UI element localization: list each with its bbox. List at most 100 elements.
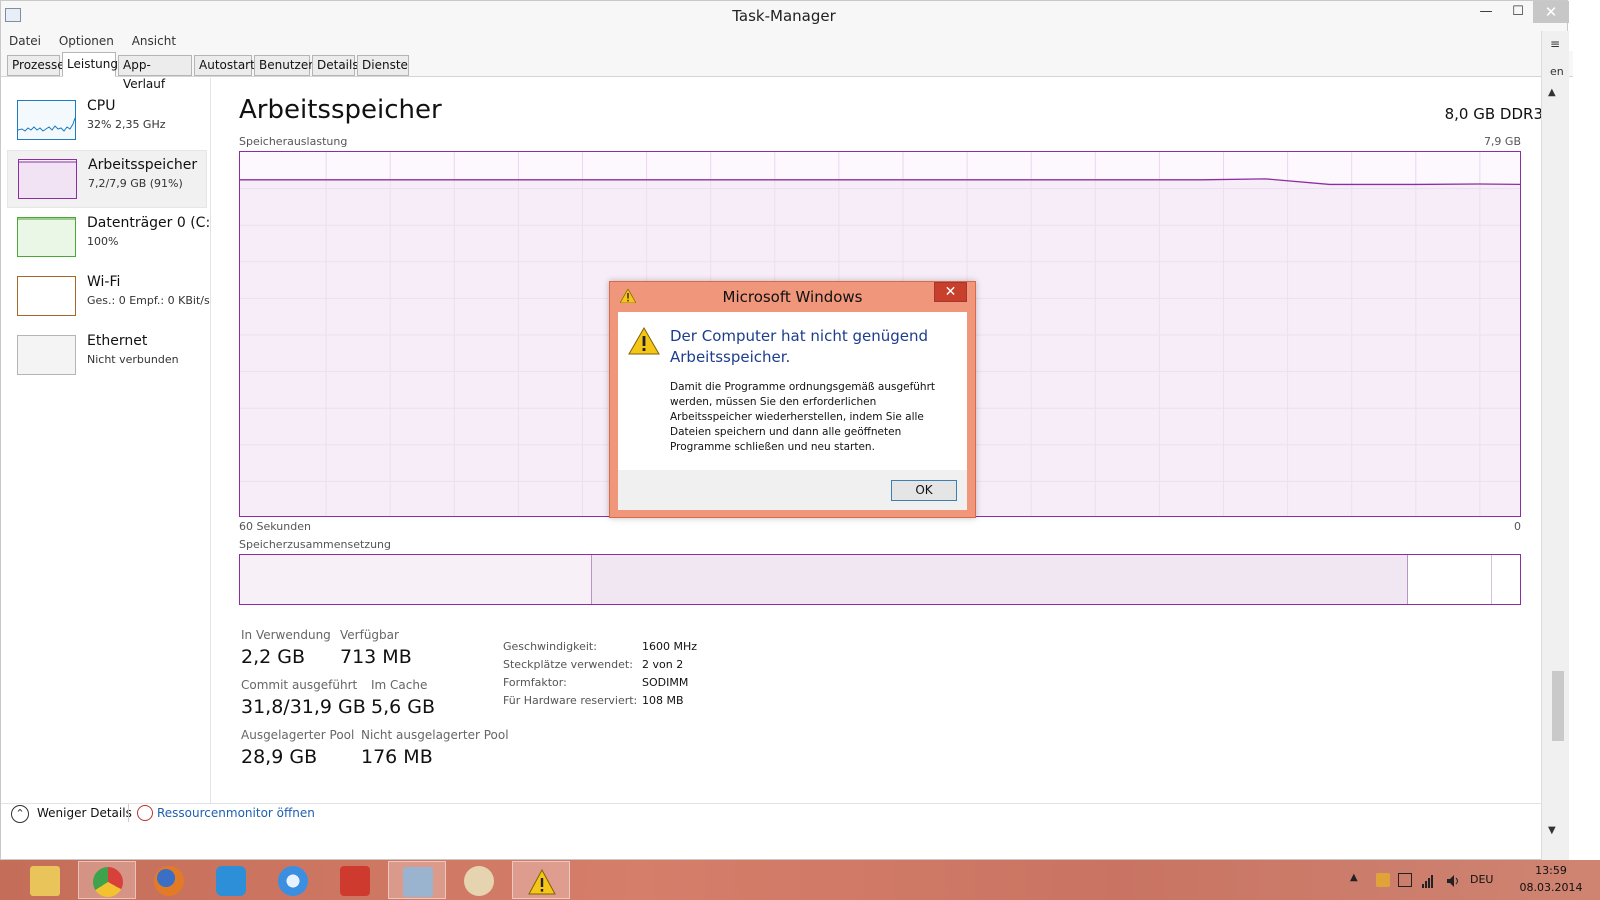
graph-time-left: 60 Sekunden (239, 520, 311, 533)
resource-monitor-icon[interactable] (137, 805, 153, 821)
maximize-button[interactable]: ☐ (1501, 1, 1535, 23)
stat-in-use-value: 2,2 GB (241, 646, 306, 668)
sidebar-item-sub: Nicht verbunden (87, 353, 179, 366)
scroll-down-arrow-icon[interactable]: ▼ (1548, 825, 1556, 836)
warning-icon (628, 327, 660, 355)
tab-leistung[interactable]: Leistung (62, 52, 118, 77)
ok-button[interactable]: OK (891, 480, 957, 501)
tab-benutzer[interactable]: Benutzer (254, 55, 313, 76)
memory-total: 8,0 GB DDR3 (1444, 105, 1543, 123)
taskbar: ▲ DEU 13:59 08.03.2014 (0, 860, 1600, 900)
minimize-button[interactable]: — (1469, 1, 1503, 23)
chevron-up-icon[interactable]: ⌃ (11, 805, 29, 823)
sidebar-item-sub: Ges.: 0 Empf.: 0 KBit/s (87, 294, 210, 307)
dialog-title-bar[interactable]: Microsoft Windows ✕ (610, 282, 975, 312)
memory-thumbnail-graph (18, 159, 77, 199)
taskbar-ccleaner[interactable] (326, 861, 384, 899)
scroll-up-arrow-icon[interactable]: ▲ (1548, 87, 1556, 98)
tab-app-verlauf[interactable]: App-Verlauf (118, 55, 192, 91)
taskbar-app-c[interactable] (202, 861, 260, 899)
page-title: Arbeitsspeicher (239, 95, 442, 125)
usage-graph-label: Speicherauslastung (239, 135, 348, 148)
tray-expand-icon[interactable]: ▲ (1350, 872, 1358, 883)
detail-reserved-label: Für Hardware reserviert: (503, 694, 638, 707)
hamburger-icon[interactable]: ≡ (1550, 37, 1560, 51)
sidebar-item-cpu[interactable]: CPU 32% 2,35 GHz (7, 92, 207, 150)
performance-sidebar: CPU 32% 2,35 GHz Arbeitsspeicher 7,2/7,9… (1, 78, 211, 803)
detail-reserved-value: 108 MB (642, 694, 684, 707)
detail-speed-value: 1600 MHz (642, 640, 698, 653)
vertical-scrollbar[interactable]: ≡ en ▲ ▼ (1541, 31, 1569, 861)
taskbar-paint[interactable] (450, 861, 508, 899)
chrome-icon (93, 867, 123, 897)
stat-commit-label: Commit ausgeführt (241, 678, 358, 692)
dialog-close-button[interactable]: ✕ (934, 282, 967, 302)
stat-nonpaged-label: Nicht ausgelagerter Pool (361, 728, 509, 742)
dialog-body: Der Computer hat nicht genügend Arbeitss… (618, 312, 967, 470)
scrollbar-thumb[interactable] (1552, 671, 1564, 741)
stat-nonpaged-value: 176 MB (361, 746, 433, 768)
dialog-title: Microsoft Windows (722, 288, 863, 306)
sidebar-item-memory[interactable]: Arbeitsspeicher 7,2/7,9 GB (91%) (7, 150, 207, 208)
fewer-details-button[interactable]: Weniger Details (37, 806, 132, 820)
tray-clock-date[interactable]: 08.03.2014 (1516, 881, 1586, 894)
stat-commit-value: 31,8/31,9 GB (241, 696, 366, 718)
stat-cached-label: Im Cache (371, 678, 428, 692)
bottom-bar: ⌃ Weniger Details Ressourcenmonitor öffn… (1, 803, 1541, 841)
sidebar-item-sub: 7,2/7,9 GB (91%) (88, 177, 183, 190)
taskbar-itunes[interactable] (264, 861, 322, 899)
tray-clock-time[interactable]: 13:59 (1516, 864, 1586, 877)
tab-dienste[interactable]: Dienste (357, 55, 409, 76)
ethernet-thumbnail-graph (17, 335, 76, 375)
ccleaner-icon (340, 866, 370, 896)
tab-prozesse[interactable]: Prozesse (7, 55, 65, 76)
tab-details[interactable]: Details (312, 55, 359, 76)
graph-time-right: 0 (1514, 520, 1521, 533)
composition-in-use (240, 555, 592, 604)
menu-optionen[interactable]: Optionen (59, 31, 114, 51)
taskbar-warning[interactable] (512, 861, 570, 899)
menu-ansicht[interactable]: Ansicht (132, 31, 176, 51)
detail-formfactor-label: Formfaktor: (503, 676, 567, 689)
sidebar-item-label: Datenträger 0 (C: D (87, 215, 211, 231)
signal-icon[interactable] (1422, 873, 1436, 888)
sidebar-item-label: Arbeitsspeicher (88, 157, 198, 173)
out-of-memory-dialog: Microsoft Windows ✕ Der Computer hat nic… (609, 281, 976, 518)
sidebar-item-disk[interactable]: Datenträger 0 (C: D 100% (7, 209, 211, 267)
stat-cached-value: 5,6 GB (371, 696, 436, 718)
title-bar[interactable]: Task-Manager — ☐ ✕ (1, 1, 1569, 31)
sidebar-item-label: CPU (87, 98, 116, 114)
stat-in-use-label: In Verwendung (241, 628, 331, 642)
security-icon[interactable] (1376, 873, 1390, 887)
resource-monitor-link[interactable]: Ressourcenmonitor öffnen (157, 806, 315, 820)
power-icon[interactable] (1398, 873, 1412, 887)
volume-icon[interactable] (1446, 873, 1460, 887)
tab-autostart[interactable]: Autostart (194, 55, 255, 76)
close-button[interactable]: ✕ (1533, 1, 1569, 23)
composition-free (1408, 555, 1492, 604)
stat-available-value: 713 MB (340, 646, 412, 668)
stat-available-label: Verfügbar (340, 628, 399, 642)
memory-composition-bar (239, 554, 1521, 605)
taskbar-task-manager[interactable] (388, 861, 446, 899)
stat-paged-value: 28,9 GB (241, 746, 318, 768)
composition-standby (592, 555, 1408, 604)
taskbar-chrome[interactable] (78, 861, 136, 899)
taskbar-file-explorer[interactable] (16, 861, 74, 899)
menu-datei[interactable]: Datei (9, 31, 41, 51)
firefox-icon (154, 866, 184, 896)
stat-paged-label: Ausgelagerter Pool (241, 728, 355, 742)
dialog-heading: Der Computer hat nicht genügend Arbeitss… (670, 327, 929, 366)
wifi-thumbnail-graph (17, 276, 76, 316)
sidebar-item-wifi[interactable]: Wi-Fi Ges.: 0 Empf.: 0 KBit/s (7, 268, 210, 326)
sidebar-item-ethernet[interactable]: Ethernet Nicht verbunden (7, 327, 207, 385)
usage-graph-max: 7,9 GB (1483, 135, 1521, 148)
taskbar-firefox[interactable] (140, 861, 198, 899)
disk-thumbnail-graph (17, 217, 76, 257)
detail-speed-label: Geschwindigkeit: (503, 640, 597, 653)
paint-icon (464, 866, 494, 896)
tray-language[interactable]: DEU (1470, 873, 1493, 886)
sidebar-item-label: Ethernet (87, 333, 148, 349)
window-title: Task-Manager (732, 7, 836, 25)
dialog-message: Damit die Programme ordnungsgemäß ausgef… (670, 381, 936, 453)
